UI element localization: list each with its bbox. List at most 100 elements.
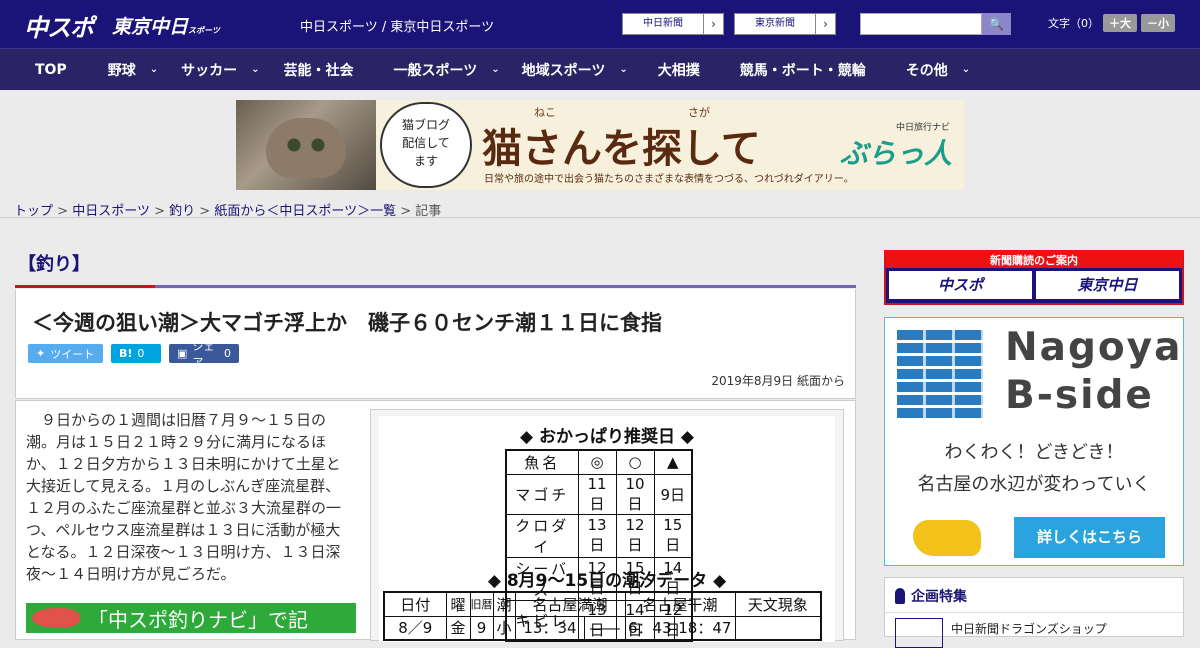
table-row: 魚名 ◎ ○ ▲ [505, 449, 693, 475]
breadcrumb-chunichi-sports[interactable]: 中日スポーツ [72, 204, 150, 219]
table-cell: 曜 [445, 591, 471, 617]
category-underline [15, 285, 856, 288]
breadcrumb-paper-list[interactable]: 紙面から＜中日スポーツ＞一覧 [214, 204, 396, 219]
table-row: 8／9 金 9 小 13：34 ―― 6：43 18：47 [383, 615, 822, 641]
nav-racing-label: 競馬・ボート・競輪 [739, 62, 866, 79]
tide-table-inner: ◆ おかっぱり推奨日 ◆ 魚名 ◎ ○ ▲ マゴチ 11日 10日 9日 クロダ… [379, 416, 835, 642]
table-cell: 名古屋干潮 [624, 591, 736, 617]
ad-subline: 日常や旅の途中で出会う猫たちのさまざまな表情をつづる、つれづれダイアリー。 [484, 174, 854, 185]
brick-wall-icon [897, 330, 983, 418]
chevron-down-icon: ⌄ [251, 64, 260, 75]
facebook-icon: ▣ [177, 347, 188, 360]
table-row: マゴチ 11日 10日 9日 [505, 473, 693, 515]
breadcrumb-current: 記事 [415, 204, 442, 219]
main-content: 【釣り】 ＜今週の狙い潮＞大マゴチ浮上か 磯子６０センチ潮１１日に食指 ✦ ツイー… [14, 240, 856, 642]
nav-baseball[interactable]: 野球 ⌄ [67, 49, 158, 91]
table-cell: マゴチ [505, 473, 579, 515]
nav-top[interactable]: TOP [0, 49, 67, 91]
bside-tagline-2: 名古屋の水辺が変わっていく [917, 474, 1151, 495]
nav-sumo-label: 大相撲 [657, 62, 700, 79]
table-cell: 13：34 [514, 615, 586, 641]
font-size-controls: 文字（0） ＋大 －小 [1048, 14, 1175, 32]
breadcrumb-fishing[interactable]: 釣り [169, 204, 195, 219]
search-button[interactable]: 🔍 [982, 13, 1011, 35]
tide-data-title: ◆ 8月9〜15日の潮汐データ ◆ [487, 571, 727, 591]
nav-general-sports[interactable]: 一般スポーツ ⌄ [354, 49, 500, 91]
nav-local-sports[interactable]: 地域スポーツ ⌄ [500, 49, 628, 91]
chevron-down-icon: ⌄ [491, 64, 500, 75]
table-cell: 天文現象 [734, 591, 822, 617]
feature-thumbnail[interactable] [895, 618, 943, 648]
hatena-count: 0 [137, 347, 145, 360]
font-larger-button[interactable]: ＋大 [1103, 14, 1137, 32]
nav-sumo[interactable]: 大相撲 [628, 49, 700, 91]
table-cell: ○ [615, 449, 655, 475]
recommended-days-title: ◆ おかっぱり推奨日 ◆ [520, 427, 694, 447]
table-row: クロダイ 13日 12日 15日 [505, 513, 693, 558]
subscribe-chuspo-button[interactable]: 中スポ [889, 271, 1032, 299]
nagoya-bside-ad[interactable]: Nagoya B-side わくわく！どきどき！ 名古屋の水辺が変わっていく 詳… [884, 317, 1184, 566]
shrimp-mascot-icon [913, 520, 981, 556]
table-cell: 6：43 [624, 615, 676, 641]
table-cell [734, 615, 822, 641]
table-cell: 旧暦 [469, 591, 494, 617]
table-cell: 9日 [653, 473, 693, 515]
table-cell: 12日 [615, 513, 655, 558]
tokyo-chunichi-logo-text: 東京中日 [112, 16, 189, 38]
share-buttons: ✦ ツイート B! 0 ▣ シェア 0 [28, 340, 239, 369]
chunichi-shimbun-label: 中日新聞 [643, 18, 683, 29]
table-cell: 10日 [615, 473, 655, 515]
main-nav: TOP 野球 ⌄ サッカー ⌄ 芸能・社会 一般スポーツ ⌄ 地域スポーツ ⌄ 大相撲 … [0, 48, 1200, 90]
bside-tagline-1: わくわく！どきどき！ [944, 442, 1124, 463]
feature-item-dragons-shop[interactable]: 中日新聞ドラゴンズショップ [951, 620, 1107, 637]
chunichi-shimbun-link[interactable]: 中日新聞 › [622, 13, 724, 35]
feature-title: 企画特集 [895, 586, 967, 606]
bside-title-line1: Nagoya [1005, 325, 1183, 370]
chuspo-logo[interactable]: 中スポ [24, 8, 94, 43]
facebook-share-button[interactable]: ▣ シェア 0 [169, 340, 239, 369]
subscribe-tokyo-chunichi-button[interactable]: 東京中日 [1036, 271, 1179, 299]
table-cell: 11日 [577, 473, 617, 515]
tide-table-image[interactable]: ◆ おかっぱり推奨日 ◆ 魚名 ◎ ○ ▲ マゴチ 11日 10日 9日 クロダ… [370, 409, 844, 642]
nav-soccer[interactable]: サッカー ⌄ [158, 49, 259, 91]
table-cell: 15日 [653, 513, 693, 558]
breadcrumb-separator: > [400, 204, 412, 219]
tokyo-shimbun-link[interactable]: 東京新聞 › [734, 13, 836, 35]
article-headline: ＜今週の狙い潮＞大マゴチ浮上か 磯子６０センチ潮１１日に食指 [32, 311, 662, 335]
table-cell: 9 [469, 615, 494, 641]
tweet-label: ツイート [50, 347, 95, 361]
search-input[interactable] [860, 13, 982, 35]
font-size-label: 文字（0） [1048, 17, 1099, 30]
article-header: ＜今週の狙い潮＞大マゴチ浮上か 磯子６０センチ潮１１日に食指 ✦ ツイート B! 0… [15, 289, 856, 399]
chevron-down-icon: ⌄ [961, 64, 971, 75]
table-row: 日付 曜 旧暦 潮 名古屋満潮 名古屋干潮 天文現象 [383, 591, 822, 617]
hatena-button[interactable]: B! 0 [111, 344, 161, 363]
nav-racing[interactable]: 競馬・ボート・競輪 [700, 49, 866, 91]
font-smaller-button[interactable]: －小 [1141, 14, 1175, 32]
breadcrumb-separator: > [57, 204, 69, 219]
tweet-button[interactable]: ✦ ツイート [28, 344, 103, 363]
nav-other[interactable]: その他 ⌄ [866, 49, 970, 91]
chevron-down-icon: ⌄ [149, 64, 159, 75]
tokyo-chunichi-logo[interactable]: 東京中日スポーツ [112, 12, 220, 39]
chevron-down-icon: ⌄ [619, 64, 628, 75]
fishing-navi-banner[interactable]: 「中スポ釣りナビ」で記 [26, 603, 356, 633]
table-cell: クロダイ [505, 513, 579, 558]
article-body: ９日からの１週間は旧暦７月９～１５日の潮。月は１５日２１時２９分に満月になるほか… [15, 400, 856, 642]
nav-soccer-label: サッカー [181, 62, 238, 79]
tide-data-table: 日付 曜 旧暦 潮 名古屋満潮 名古屋干潮 天文現象 8／9 金 9 小 13：… [383, 591, 822, 641]
table-cell: 小 [492, 615, 516, 641]
cat-blog-ad-banner[interactable]: 猫ブログ 配信して ます ねこ さが 猫さんを探して 日常や旅の途中で出会う猫た… [236, 100, 964, 190]
nav-entertainment-label: 芸能・社会 [283, 62, 354, 79]
speech-bubble: 猫ブログ 配信して ます [380, 102, 472, 188]
hatena-icon: B! [119, 347, 133, 360]
sidebar: 新聞購読のご案内 中スポ 東京中日 Nagoya B-side わくわく！どきど… [884, 250, 1184, 648]
nav-other-label: その他 [905, 62, 948, 79]
nav-baseball-label: 野球 [107, 62, 136, 79]
site-names: 中日スポーツ / 東京中日スポーツ [300, 20, 495, 35]
article-body-text: ９日からの１週間は旧暦７月９～１５日の潮。月は１５日２１時２９分に満月になるほか… [26, 411, 342, 583]
bside-details-button[interactable]: 詳しくはこちら [1014, 517, 1165, 558]
feature-title-text: 企画特集 [911, 589, 967, 605]
nav-entertainment[interactable]: 芸能・社会 [260, 49, 354, 91]
breadcrumb-top[interactable]: トップ [14, 204, 53, 219]
